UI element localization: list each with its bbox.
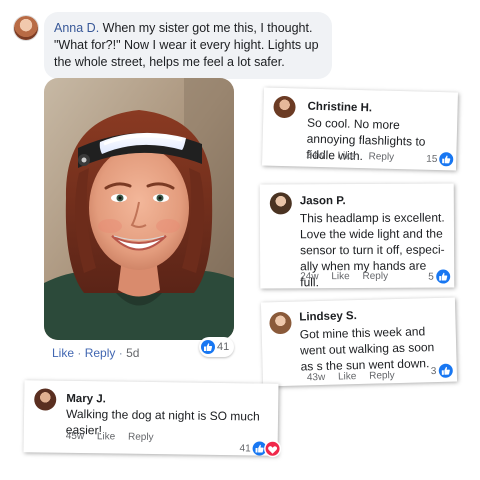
avatar[interactable] bbox=[14, 16, 38, 40]
reaction-count: 15 bbox=[426, 153, 438, 165]
thumbs-up-icon bbox=[201, 340, 215, 354]
comment-card: Mary J. Walking the dog at night is SO m… bbox=[23, 380, 280, 456]
post-timestamp[interactable]: 5d bbox=[126, 346, 139, 360]
avatar[interactable] bbox=[269, 311, 292, 335]
commenter-name[interactable]: Jason P. bbox=[300, 195, 346, 207]
thumbs-up-icon bbox=[439, 152, 454, 167]
reply-button[interactable]: Reply bbox=[128, 432, 154, 443]
comment-card: Jason P. This headlamp is excellent. Lov… bbox=[259, 183, 455, 289]
comment-timestamp[interactable]: 43w bbox=[307, 372, 326, 383]
reaction-count-badge[interactable]: 41 bbox=[239, 441, 280, 456]
thumbs-up-icon bbox=[252, 441, 267, 456]
post-photo[interactable] bbox=[44, 78, 234, 340]
reaction-count: 3 bbox=[430, 365, 437, 377]
reaction-count-badge[interactable]: 41 bbox=[199, 337, 235, 357]
like-button[interactable]: Like bbox=[52, 346, 74, 360]
reaction-count-badge[interactable]: 5 bbox=[428, 269, 450, 284]
comment-timestamp[interactable]: 24w bbox=[306, 150, 325, 161]
comment-text: Got mine this week and went out walking … bbox=[299, 324, 435, 374]
avatar[interactable] bbox=[273, 95, 296, 119]
reaction-count-badge[interactable]: 3 bbox=[430, 363, 453, 379]
comment-timestamp[interactable]: 45w bbox=[66, 431, 85, 442]
commenter-name[interactable]: Christine H. bbox=[307, 101, 372, 115]
avatar[interactable] bbox=[269, 192, 292, 215]
heart-icon bbox=[265, 441, 280, 456]
comment-card: Christine H. So cool. No more annoying f… bbox=[262, 87, 458, 171]
separator: · bbox=[77, 346, 82, 360]
commenter-name[interactable]: Lindsey S. bbox=[299, 310, 357, 324]
comment-meta: 45w Like Reply bbox=[66, 431, 164, 443]
commenter-name[interactable]: Mary J. bbox=[66, 393, 106, 406]
reaction-count: 5 bbox=[428, 271, 434, 283]
reaction-count-badge[interactable]: 15 bbox=[426, 152, 454, 167]
separator: · bbox=[118, 346, 123, 360]
comment-timestamp[interactable]: 24w bbox=[300, 271, 318, 282]
reaction-count: 41 bbox=[239, 442, 251, 454]
thumbs-up-icon bbox=[438, 363, 453, 378]
comment-meta: 43w Like Reply bbox=[307, 370, 405, 383]
post-comment-bubble: Anna D. When my sister got me this, I th… bbox=[44, 12, 332, 79]
thumbs-up-icon bbox=[435, 269, 450, 284]
post-author-name[interactable]: Anna D. bbox=[54, 21, 99, 35]
comment-meta: 24w Like Reply bbox=[300, 271, 398, 282]
like-button[interactable]: Like bbox=[97, 431, 116, 442]
like-button[interactable]: Like bbox=[337, 150, 356, 161]
reply-button[interactable]: Reply bbox=[368, 151, 394, 163]
reply-button[interactable]: Reply bbox=[362, 271, 388, 282]
post-actions: Like · Reply · 5d bbox=[52, 346, 139, 360]
comment-card: Lindsey S. Got mine this week and went o… bbox=[260, 297, 458, 387]
like-button[interactable]: Like bbox=[338, 371, 357, 382]
reply-button[interactable]: Reply bbox=[369, 370, 395, 382]
woman-wearing-headlamp-photo bbox=[44, 78, 234, 340]
avatar[interactable] bbox=[34, 388, 57, 411]
reply-button[interactable]: Reply bbox=[85, 346, 116, 360]
reaction-count: 41 bbox=[217, 341, 230, 353]
like-button[interactable]: Like bbox=[331, 271, 349, 282]
